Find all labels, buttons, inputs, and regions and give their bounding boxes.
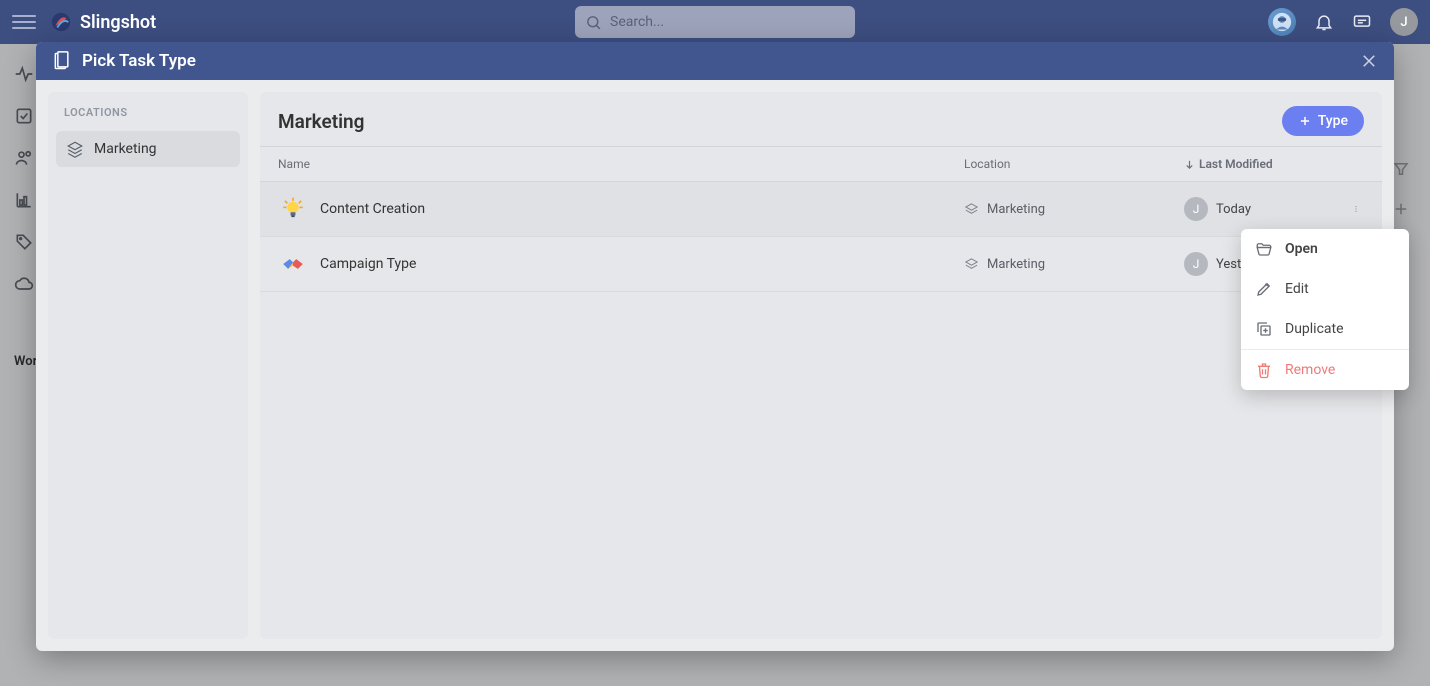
handshake-icon — [278, 249, 308, 279]
brand-name: Slingshot — [80, 12, 156, 33]
modal-header: Pick Task Type — [36, 42, 1394, 80]
content-header: Marketing Type — [260, 92, 1382, 146]
location-item-marketing[interactable]: Marketing — [56, 131, 240, 167]
menu-duplicate-label: Duplicate — [1285, 321, 1344, 337]
sort-desc-icon — [1184, 159, 1195, 170]
hamburger-menu-icon[interactable] — [12, 10, 36, 34]
row-location: Marketing — [964, 257, 1184, 272]
stack-icon — [964, 202, 979, 217]
duplicate-icon — [1255, 320, 1273, 338]
brand-logo-icon — [50, 11, 72, 33]
col-modified-label: Last Modified — [1199, 157, 1273, 171]
pencil-icon — [1255, 280, 1273, 298]
user-avatar[interactable]: J — [1390, 8, 1418, 36]
chat-icon[interactable] — [1352, 12, 1372, 32]
help-avatar-icon[interactable] — [1268, 8, 1296, 36]
row-avatar: J — [1184, 252, 1208, 276]
menu-open[interactable]: Open — [1241, 229, 1409, 269]
type-button-label: Type — [1318, 113, 1348, 129]
row-name: Campaign Type — [320, 256, 964, 272]
table-header: Name Location Last Modified — [260, 146, 1382, 182]
table-body: Content Creation Marketing J Today — [260, 182, 1382, 639]
col-name[interactable]: Name — [278, 157, 964, 171]
top-navbar: Slingshot J — [0, 0, 1430, 44]
row-location-label: Marketing — [987, 202, 1045, 217]
pick-task-type-modal: Pick Task Type LOCATIONS Marketing Marke… — [36, 42, 1394, 651]
menu-duplicate[interactable]: Duplicate — [1241, 309, 1409, 349]
col-location[interactable]: Location — [964, 157, 1184, 171]
menu-open-label: Open — [1285, 241, 1318, 257]
bell-icon[interactable] — [1314, 12, 1334, 32]
location-label: Marketing — [94, 141, 157, 157]
locations-heading: LOCATIONS — [56, 106, 240, 131]
nav-right-group: J — [1268, 8, 1418, 36]
brand: Slingshot — [50, 11, 156, 33]
content-title: Marketing — [278, 110, 364, 133]
table-row[interactable]: Campaign Type Marketing J Yesterday — [260, 237, 1382, 292]
bulb-icon — [278, 194, 308, 224]
folder-open-icon — [1255, 240, 1273, 258]
menu-remove-label: Remove — [1285, 362, 1335, 378]
modal-title: Pick Task Type — [82, 51, 196, 71]
row-context-menu: Open Edit Duplicate Remove — [1241, 229, 1409, 390]
search-input[interactable] — [610, 14, 845, 30]
stack-icon — [66, 140, 84, 158]
trash-icon — [1255, 361, 1273, 379]
search-bar[interactable] — [575, 6, 855, 38]
document-icon — [52, 51, 72, 71]
search-icon — [585, 14, 602, 31]
plus-icon — [1298, 114, 1312, 128]
row-modified-label: Today — [1216, 202, 1251, 217]
row-avatar: J — [1184, 197, 1208, 221]
row-location: Marketing — [964, 202, 1184, 217]
add-type-button[interactable]: Type — [1282, 106, 1364, 136]
modal-body: LOCATIONS Marketing Marketing Type Name … — [36, 80, 1394, 651]
menu-remove[interactable]: Remove — [1241, 350, 1409, 390]
row-name: Content Creation — [320, 201, 964, 217]
close-icon[interactable] — [1360, 52, 1378, 70]
stack-icon — [964, 257, 979, 272]
row-modified: J Today — [1184, 197, 1364, 221]
content-panel: Marketing Type Name Location Last Modifi… — [260, 92, 1382, 639]
menu-edit[interactable]: Edit — [1241, 269, 1409, 309]
table-row[interactable]: Content Creation Marketing J Today — [260, 182, 1382, 237]
kebab-icon[interactable] — [1348, 201, 1364, 217]
col-modified[interactable]: Last Modified — [1184, 157, 1364, 171]
row-location-label: Marketing — [987, 257, 1045, 272]
menu-edit-label: Edit — [1285, 281, 1309, 297]
locations-panel: LOCATIONS Marketing — [48, 92, 248, 639]
